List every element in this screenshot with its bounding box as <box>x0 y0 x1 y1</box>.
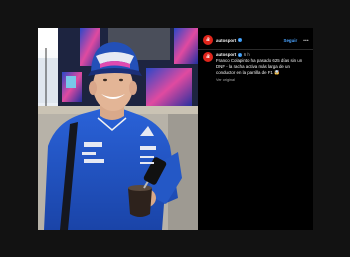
caption-text: Franco Colapinto ha pasado 625 días sin … <box>216 58 303 75</box>
header-divider <box>198 49 313 50</box>
caption-body: autosport ✓ 6 h Franco Colapinto ha pasado… <box>216 52 307 83</box>
avatar-letter: a <box>206 37 210 43</box>
see-original-link[interactable]: Ver original <box>216 77 307 83</box>
post-time-ago: 6 h <box>243 52 250 57</box>
caption-emoji: 🤯 <box>274 70 280 75</box>
instagram-post: a autosport ✓ Seguir ••• a autosport ✓ 6 h… <box>38 28 313 230</box>
driver-photo-illustration <box>38 28 198 230</box>
post-side-panel: a autosport ✓ Seguir ••• a autosport ✓ 6 h… <box>198 28 313 230</box>
more-options-icon[interactable]: ••• <box>303 38 309 43</box>
caption-avatar-letter: a <box>206 54 210 60</box>
caption-avatar[interactable]: a <box>203 52 213 62</box>
account-username[interactable]: autosport <box>216 38 236 43</box>
account-avatar[interactable]: a <box>203 35 213 45</box>
verified-badge-icon: ✓ <box>237 38 242 42</box>
post-header: a autosport ✓ Seguir ••• <box>203 34 309 46</box>
caption-username[interactable]: autosport <box>216 52 236 57</box>
caption-verified-badge-icon: ✓ <box>237 53 242 57</box>
post-caption: a autosport ✓ 6 h Franco Colapinto ha pasa… <box>203 52 307 83</box>
follow-button[interactable]: Seguir <box>284 38 298 43</box>
post-photo[interactable] <box>38 28 198 230</box>
